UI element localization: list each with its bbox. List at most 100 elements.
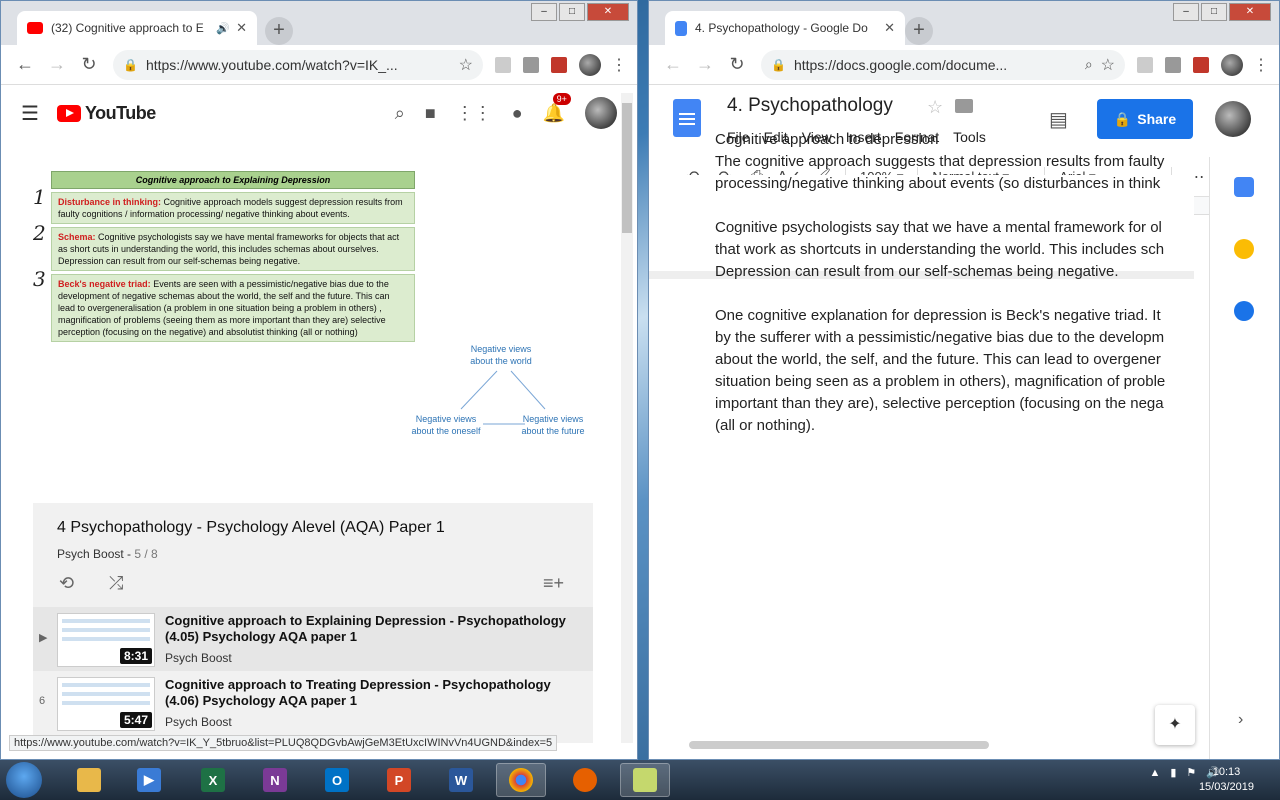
minimize-button[interactable]: – — [1173, 3, 1199, 21]
outlook-app[interactable]: O — [312, 763, 362, 797]
video-channel[interactable]: Psych Boost — [165, 715, 232, 729]
document-title[interactable]: 4. Psychopathology — [727, 95, 893, 117]
calendar-icon[interactable] — [1234, 177, 1254, 197]
close-window-button[interactable]: ✕ — [587, 3, 629, 21]
page-scrollbar[interactable] — [621, 93, 633, 743]
horizontal-scrollbar[interactable] — [689, 741, 989, 749]
hamburger-menu-icon[interactable]: ☰ — [21, 101, 39, 126]
menu-kebab-icon[interactable]: ⋮ — [1253, 55, 1269, 75]
excel-icon: X — [201, 768, 225, 792]
zoom-icon[interactable]: ⌕ — [1085, 56, 1093, 73]
bookmark-star-icon[interactable]: ☆ — [459, 55, 473, 75]
star-icon[interactable]: ☆ — [927, 97, 943, 118]
profile-avatar[interactable] — [1221, 53, 1243, 76]
youtube-tab[interactable]: (32) Cognitive approach to E 🔊 ✕ — [17, 11, 257, 45]
excel-app[interactable]: X — [188, 763, 238, 797]
video-channel[interactable]: Psych Boost — [165, 651, 232, 665]
loop-icon[interactable]: ⟲ — [59, 573, 74, 594]
youtube-favicon-icon — [27, 22, 43, 34]
new-tab-button[interactable]: + — [905, 17, 933, 45]
playlist-channel[interactable]: Psych Boost — [57, 547, 124, 561]
save-playlist-icon[interactable]: ≡+ — [543, 573, 564, 594]
media-player-app[interactable]: ▶ — [124, 763, 174, 797]
lock-icon: 🔒 — [123, 57, 138, 72]
messages-icon[interactable]: ● — [512, 103, 523, 124]
playlist-index: 6 — [39, 695, 46, 707]
onenote-icon: N — [263, 768, 287, 792]
close-tab-icon[interactable]: ✕ — [884, 20, 895, 36]
maximize-button[interactable]: □ — [559, 3, 585, 21]
word-app[interactable]: W — [436, 763, 486, 797]
video-duration: 8:31 — [119, 648, 152, 664]
outlook-icon: O — [325, 768, 349, 792]
video-thumbnail[interactable]: 5:47 — [57, 677, 155, 731]
notes-app[interactable] — [620, 763, 670, 797]
tasks-icon[interactable] — [1234, 301, 1254, 321]
new-tab-button[interactable]: + — [265, 17, 293, 45]
address-bar[interactable]: 🔒 https://www.youtube.com/watch?v=IK_...… — [113, 49, 483, 80]
playlist-title[interactable]: 4 Psychopathology - Psychology Alevel (A… — [57, 519, 445, 537]
extension-icon[interactable] — [495, 56, 511, 73]
triad-arrows — [460, 370, 546, 425]
reload-button[interactable]: ↻ — [723, 54, 751, 75]
create-video-icon[interactable]: ■ — [425, 103, 436, 124]
forward-button[interactable]: → — [43, 54, 71, 75]
search-icon[interactable]: ⌕ — [395, 103, 405, 124]
scrollbar-thumb[interactable] — [622, 103, 632, 233]
docs-tab[interactable]: 4. Psychopathology - Google Do ✕ — [665, 11, 905, 45]
notifications-bell-icon[interactable]: 🔔 9+ — [543, 92, 571, 124]
network-icon[interactable]: ▮ — [1170, 766, 1176, 779]
onenote-app[interactable]: N — [250, 763, 300, 797]
clock-date: 15/03/2019 — [1198, 781, 1254, 793]
chrome-app[interactable] — [496, 763, 546, 797]
back-button[interactable]: ← — [11, 54, 39, 75]
extension-icon-2[interactable] — [523, 56, 539, 73]
close-window-button[interactable]: ✕ — [1229, 3, 1271, 21]
youtube-browser-window: (32) Cognitive approach to E 🔊 ✕ + – □ ✕… — [0, 0, 638, 760]
browser-toolbar: ← → ↻ 🔒 https://docs.google.com/docume..… — [649, 45, 1279, 85]
video-player[interactable]: Cognitive approach to Explaining Depress… — [9, 141, 619, 501]
explore-button[interactable]: ✦ — [1155, 705, 1195, 745]
close-tab-icon[interactable]: ✕ — [236, 20, 247, 36]
pdf-extension-icon[interactable] — [1193, 56, 1209, 73]
docs-logo-icon[interactable] — [673, 99, 701, 137]
keep-icon[interactable] — [1234, 239, 1254, 259]
reload-button[interactable]: ↻ — [75, 54, 103, 75]
apps-grid-icon[interactable]: ⋮⋮ — [456, 103, 492, 124]
back-button[interactable]: ← — [659, 54, 687, 75]
document-body[interactable]: Cognitive approach to depression The cog… — [715, 129, 1255, 459]
clock[interactable]: 10:13 15/03/2019 — [1199, 765, 1254, 795]
tab-title: (32) Cognitive approach to E — [51, 21, 204, 35]
profile-avatar[interactable] — [579, 53, 601, 76]
forward-button[interactable]: → — [691, 54, 719, 75]
maximize-button[interactable]: □ — [1201, 3, 1227, 21]
action-center-icon[interactable]: ⚑ — [1186, 766, 1196, 779]
user-avatar[interactable] — [585, 97, 617, 129]
minimize-button[interactable]: – — [531, 3, 557, 21]
start-button[interactable] — [6, 762, 42, 798]
pdf-extension-icon[interactable] — [551, 56, 567, 73]
youtube-logo[interactable]: YouTube — [56, 103, 156, 124]
menu-kebab-icon[interactable]: ⋮ — [611, 55, 627, 75]
extension-icon[interactable] — [1137, 56, 1153, 73]
powerpoint-app[interactable]: P — [374, 763, 424, 797]
bookmark-star-icon[interactable]: ☆ — [1101, 55, 1115, 75]
video-title[interactable]: Cognitive approach to Explaining Depress… — [165, 613, 575, 645]
firefox-app[interactable] — [560, 763, 610, 797]
firefox-icon — [573, 768, 597, 792]
side-panel: › — [1209, 157, 1279, 759]
file-explorer-app[interactable] — [64, 763, 114, 797]
show-hidden-icons[interactable]: ▲ — [1149, 767, 1160, 779]
playlist-item[interactable]: 6 5:47 Cognitive approach to Treating De… — [33, 671, 593, 735]
shuffle-icon[interactable]: ⤮ — [109, 573, 123, 594]
video-thumbnail[interactable]: 8:31 — [57, 613, 155, 667]
address-bar[interactable]: 🔒 https://docs.google.com/docume... ⌕ ☆ — [761, 49, 1125, 80]
playlist-item[interactable]: ▶ 8:31 Cognitive approach to Explaining … — [33, 607, 593, 671]
folder-icon[interactable] — [955, 99, 973, 113]
extension-icon-2[interactable] — [1165, 56, 1181, 73]
docs-browser-window: 4. Psychopathology - Google Do ✕ + – □ ✕… — [648, 0, 1280, 760]
expand-panel-icon[interactable]: › — [1238, 711, 1243, 729]
speaker-icon[interactable]: 🔊 — [216, 22, 230, 35]
video-title[interactable]: Cognitive approach to Treating Depressio… — [165, 677, 575, 709]
youtube-play-icon — [56, 104, 81, 122]
